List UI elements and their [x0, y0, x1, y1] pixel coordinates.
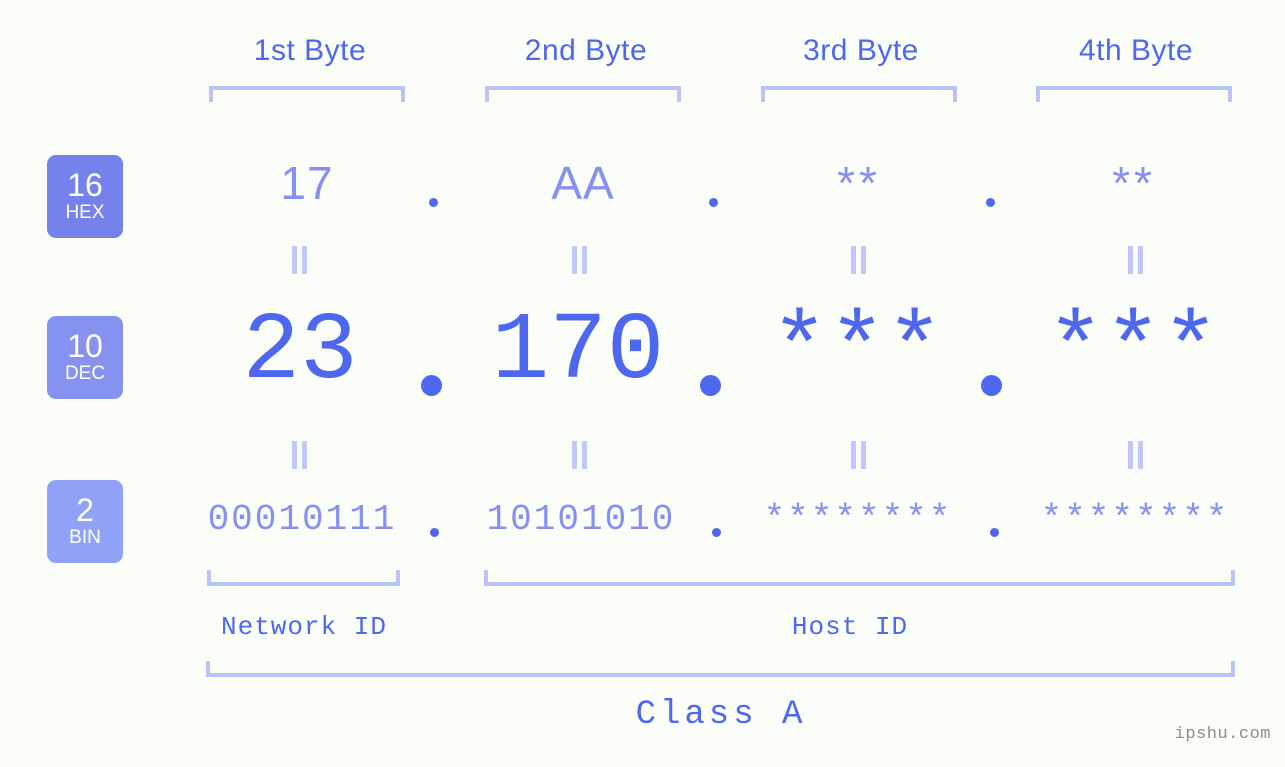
class-label: Class A	[635, 696, 807, 734]
radix-badge-hex: 16 HEX	[47, 155, 123, 238]
bin-byte-4-value: ********	[1040, 499, 1230, 540]
hex-byte-2-value: AA	[551, 157, 615, 209]
radix-badge-hex-name: HEX	[65, 202, 105, 223]
network-id-label: Network ID	[220, 612, 388, 642]
bin-separator-dot-2	[712, 528, 721, 537]
radix-badge-hex-number: 16	[67, 167, 103, 203]
bin-separator-dot-1	[430, 528, 439, 537]
dec-separator-dot-1	[421, 375, 442, 396]
radix-badge-dec: 10 DEC	[47, 316, 123, 399]
byte-header-4: 4th Byte	[1078, 34, 1194, 67]
hex-separator-dot-2	[709, 198, 718, 207]
class-bracket	[206, 661, 1235, 677]
byte-bracket-2	[485, 86, 681, 102]
bin-separator-dot-3	[990, 528, 999, 537]
dec-byte-2-value: 170	[491, 297, 665, 406]
dec-separator-dot-2	[700, 375, 721, 396]
bin-byte-2-value: 10101010	[486, 499, 676, 540]
equals-mark-dec-bin-1	[292, 441, 308, 469]
hex-byte-3-value: **	[837, 157, 881, 209]
equals-mark-hex-dec-3	[851, 246, 867, 274]
radix-badge-dec-number: 10	[67, 328, 103, 364]
byte-bracket-3	[761, 86, 957, 102]
byte-bracket-4	[1036, 86, 1232, 102]
network-id-bracket	[207, 570, 400, 586]
bin-byte-1-value: 00010111	[207, 499, 397, 540]
radix-badge-bin-number: 2	[76, 492, 94, 528]
hex-separator-dot-3	[986, 198, 995, 207]
host-id-bracket	[484, 570, 1235, 586]
radix-badge-bin: 2 BIN	[47, 480, 123, 563]
dec-byte-3-value: ***	[770, 297, 944, 406]
byte-header-3: 3rd Byte	[803, 34, 919, 67]
host-id-label: Host ID	[791, 612, 909, 642]
equals-mark-dec-bin-2	[572, 441, 588, 469]
dec-byte-1-value: 23	[242, 297, 358, 406]
dec-separator-dot-3	[981, 375, 1002, 396]
dec-byte-4-value: ***	[1046, 297, 1220, 406]
byte-header-1: 1st Byte	[253, 34, 367, 67]
equals-mark-dec-bin-3	[851, 441, 867, 469]
equals-mark-dec-bin-4	[1128, 441, 1144, 469]
hex-byte-1-value: 17	[280, 157, 334, 209]
hex-separator-dot-1	[429, 198, 438, 207]
equals-mark-hex-dec-4	[1128, 246, 1144, 274]
radix-badge-dec-name: DEC	[64, 363, 106, 384]
radix-badge-bin-name: BIN	[69, 527, 101, 548]
hex-byte-4-value: **	[1112, 157, 1156, 209]
site-watermark: ipshu.com	[1174, 725, 1271, 744]
equals-mark-hex-dec-2	[572, 246, 588, 274]
ip-byte-breakdown-diagram: 1st Byte 2nd Byte 3rd Byte 4th Byte 16 H…	[0, 0, 1285, 767]
equals-mark-hex-dec-1	[292, 246, 308, 274]
byte-bracket-1	[209, 86, 405, 102]
byte-header-2: 2nd Byte	[524, 34, 648, 67]
bin-byte-3-value: ********	[763, 499, 953, 540]
